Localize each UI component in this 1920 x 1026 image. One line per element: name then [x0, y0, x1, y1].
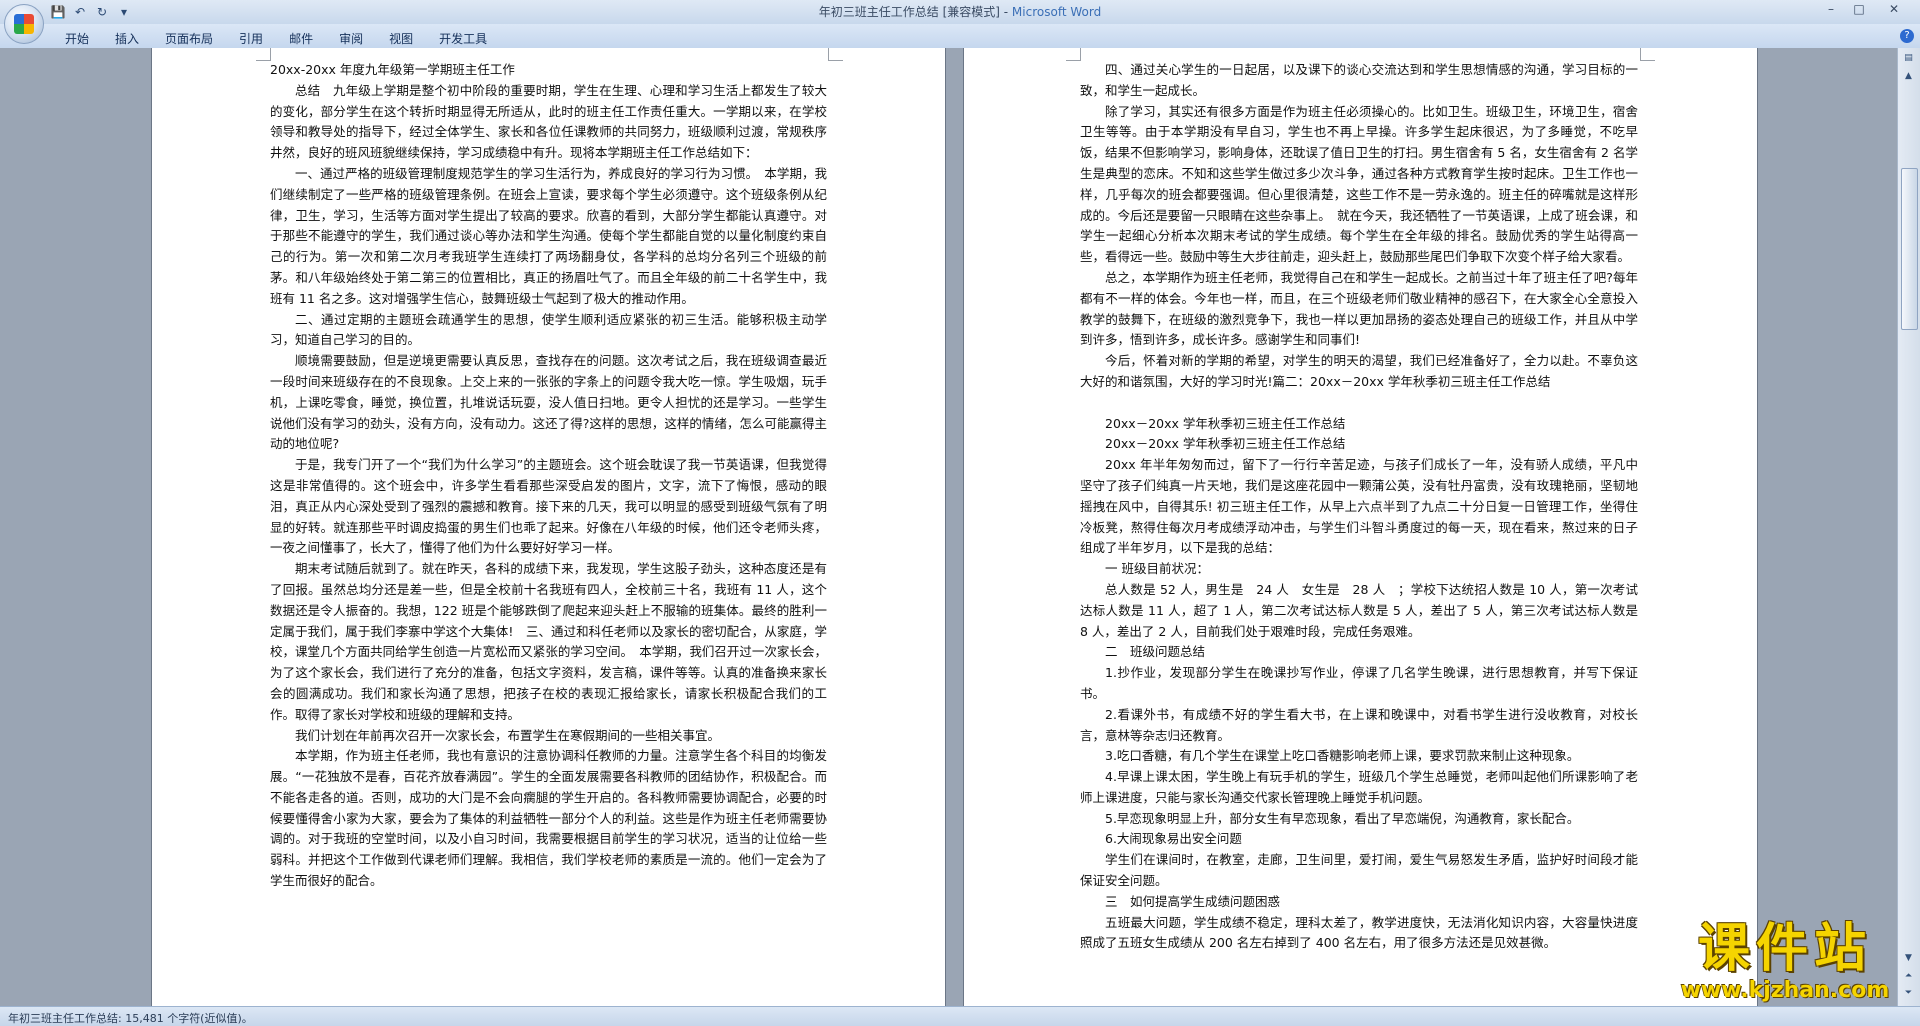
paragraph[interactable]: 本学期，作为班主任老师，我也有意识的注意协调科任教师的力量。注意学生各个科目的均…: [270, 746, 827, 892]
document-area[interactable]: 20xx-20xx 年度九年级第一学期班主任工作 总结 九年级上学期是整个初中阶段…: [0, 48, 1898, 1006]
watermark-logo: 课件站 www.kjzhan.com: [1665, 920, 1905, 1012]
crop-mark: [1066, 48, 1081, 61]
paragraph[interactable]: 期末考试随后就到了。就在昨天，各科的成绩下来，我发现，学生这股子劲头，这种态度还…: [270, 559, 827, 725]
maximize-button[interactable]: □: [1846, 0, 1872, 18]
page-2[interactable]: 四、通过关心学生的一日起居，以及课下的谈心交流达到和学生思想情感的沟通，学习目标…: [964, 48, 1757, 1006]
paragraph[interactable]: 顺境需要鼓励，但是逆境更需要认真反思，查找存在的问题。这次考试之后，我在班级调查…: [270, 351, 827, 455]
office-button[interactable]: [4, 4, 44, 44]
ribbon-tab[interactable]: 邮件: [276, 28, 326, 49]
app-name: Microsoft Word: [1011, 5, 1102, 19]
paragraph[interactable]: 二 班级问题总结: [1080, 642, 1638, 663]
paragraph[interactable]: 四、通过关心学生的一日起居，以及课下的谈心交流达到和学生思想情感的沟通，学习目标…: [1080, 60, 1638, 102]
paragraph[interactable]: 五班最大问题，学生成绩不稳定，理科太差了，教学进度快，无法消化知识内容，大容量快…: [1080, 913, 1638, 955]
ribbon-tab[interactable]: 审阅: [326, 28, 376, 49]
paragraph[interactable]: 学生们在课间时，在教室，走廊，卫生间里，爱打闹，爱生气易怒发生矛盾，监护好时间段…: [1080, 850, 1638, 892]
scroll-thumb[interactable]: [1901, 168, 1918, 330]
crop-mark: [1640, 48, 1655, 61]
paragraph[interactable]: 6.大闹现象易出安全问题: [1080, 829, 1638, 850]
paragraph[interactable]: 20xx-20xx 年度九年级第一学期班主任工作: [270, 60, 827, 81]
paragraph[interactable]: 5.早恋现象明显上升，部分女生有早恋现象，看出了早恋端倪，沟通教育，家长配合。: [1080, 809, 1638, 830]
close-button[interactable]: ✕: [1874, 0, 1914, 18]
office-logo-icon: [14, 14, 34, 34]
scroll-up-icon[interactable]: ▲: [1900, 68, 1917, 84]
ribbon-tab[interactable]: 引用: [226, 28, 276, 49]
paragraph[interactable]: [1080, 393, 1638, 414]
page-1-text[interactable]: 20xx-20xx 年度九年级第一学期班主任工作 总结 九年级上学期是整个初中阶段…: [270, 60, 827, 892]
paragraph[interactable]: 总人数是 52 人，男生是 24 人 女生是 28 人 ；学校下达统招人数是 1…: [1080, 580, 1638, 642]
paragraph[interactable]: 今后，怀着对新的学期的希望，对学生的明天的渴望，我们已经准备好了，全力以赴。不辜…: [1080, 351, 1638, 393]
ribbon-tab[interactable]: 视图: [376, 28, 426, 49]
ribbon-tab[interactable]: 开发工具: [426, 28, 500, 49]
crop-mark: [828, 48, 843, 61]
watermark-title: 课件站: [1697, 919, 1872, 979]
paragraph[interactable]: 一、通过严格的班级管理制度规范学生的学习生活行为，养成良好的学习行为习惯。 本学…: [270, 164, 827, 310]
paragraph[interactable]: 一 班级目前状况：: [1080, 559, 1638, 580]
title-bar: 💾 ↶ ↻ ▾ 年初三班主任工作总结 [兼容模式] - Microsoft Wo…: [0, 0, 1920, 44]
watermark-url: www.kjzhan.com: [1680, 978, 1890, 1003]
window-controls: – □ ✕: [1818, 0, 1914, 18]
paragraph[interactable]: 于是，我专门开了一个“我们为什么学习”的主题班会。这个班会耽误了我一节英语课，但…: [270, 455, 827, 559]
paragraph[interactable]: 1.抄作业，发现部分学生在晚课抄写作业，停课了几名学生晚课，进行思想教育，并写下…: [1080, 663, 1638, 705]
ribbon-tab[interactable]: 开始: [52, 28, 102, 49]
ribbon-tabs: 开始 插入 页面布局 引用 邮件 审阅 视图 开发工具: [52, 28, 500, 49]
vertical-scrollbar[interactable]: ▤ ▲ ▼ ⏶ ⏷: [1897, 48, 1920, 1006]
document-title: 年初三班主任工作总结 [兼容模式] -: [818, 5, 1012, 19]
ribbon-tab-bar: 开始 插入 页面布局 引用 邮件 审阅 视图 开发工具 ?: [0, 24, 1920, 49]
ribbon-tab[interactable]: 插入: [102, 28, 152, 49]
paragraph[interactable]: 我们计划在年前再次召开一次家长会，布置学生在寒假期间的一些相关事宜。: [270, 726, 827, 747]
ribbon-tab[interactable]: 页面布局: [152, 28, 226, 49]
paragraph[interactable]: 总结 九年级上学期是整个初中阶段的重要时期，学生在生理、心理和学习生活上都发生了…: [270, 81, 827, 164]
paragraph[interactable]: 总之，本学期作为班主任老师，我觉得自己在和学生一起成长。之前当过十年了班主任了吧…: [1080, 268, 1638, 351]
paragraph[interactable]: 4.早课上课太困，学生晚上有玩手机的学生，班级几个学生总睡觉，老师叫起他们所课影…: [1080, 767, 1638, 809]
window-title: 年初三班主任工作总结 [兼容模式] - Microsoft Word: [0, 3, 1920, 20]
page-1[interactable]: 20xx-20xx 年度九年级第一学期班主任工作 总结 九年级上学期是整个初中阶段…: [152, 48, 945, 1006]
page-2-text[interactable]: 四、通过关心学生的一日起居，以及课下的谈心交流达到和学生思想情感的沟通，学习目标…: [1080, 60, 1638, 954]
ruler-toggle-icon[interactable]: ▤: [1900, 50, 1917, 66]
word-count-status[interactable]: 年初三班主任工作总结: 15,481 个字符(近似值)。: [8, 1010, 253, 1026]
minimize-button[interactable]: –: [1818, 0, 1844, 18]
paragraph[interactable]: 20xx－20xx 学年秋季初三班主任工作总结: [1080, 414, 1638, 435]
help-icon[interactable]: ?: [1900, 29, 1914, 43]
paragraph[interactable]: 20xx 年半年匆匆而过，留下了一行行辛苦足迹，与孩子们成长了一年，没有骄人成绩…: [1080, 455, 1638, 559]
paragraph[interactable]: 二、通过定期的主题班会疏通学生的思想，使学生顺利适应紧张的初三生活。能够积极主动…: [270, 310, 827, 352]
status-bar: 年初三班主任工作总结: 15,481 个字符(近似值)。: [0, 1006, 1920, 1026]
paragraph[interactable]: 2.看课外书，有成绩不好的学生看大书，在上课和晚课中，对看书学生进行没收教育，对…: [1080, 705, 1638, 747]
paragraph[interactable]: 3.吃口香糖，有几个学生在课堂上吃口香糖影响老师上课，要求罚款来制止这种现象。: [1080, 746, 1638, 767]
paragraph[interactable]: 三 如何提高学生成绩问题困惑: [1080, 892, 1638, 913]
paragraph[interactable]: 20xx－20xx 学年秋季初三班主任工作总结: [1080, 434, 1638, 455]
paragraph[interactable]: 除了学习，其实还有很多方面是作为班主任必须操心的。比如卫生。班级卫生，环境卫生，…: [1080, 102, 1638, 268]
crop-mark: [256, 48, 271, 61]
